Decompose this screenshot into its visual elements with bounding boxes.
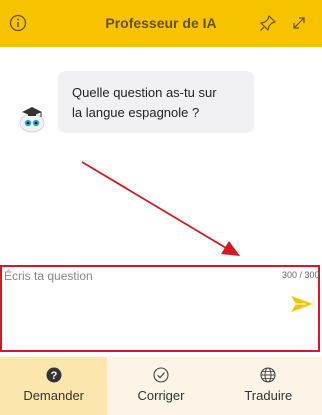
tab-corriger[interactable]: Corriger <box>107 357 215 415</box>
bot-message-line-2: la langue espagnole ? <box>72 105 200 120</box>
tab-label: Demander <box>23 388 85 403</box>
character-counter: 300 / 300 <box>282 270 320 280</box>
question-input[interactable] <box>4 269 274 329</box>
expand-icon[interactable] <box>289 13 309 33</box>
tab-label: Traduire <box>244 388 293 403</box>
svg-text:?: ? <box>50 370 57 382</box>
tab-traduire[interactable]: Traduire <box>214 357 322 415</box>
tab-demander[interactable]: ? Demander <box>0 357 108 415</box>
graduate-bot-avatar <box>17 103 47 133</box>
tab-label: Corriger <box>137 388 185 403</box>
check-circle-icon <box>153 367 169 383</box>
bottom-tab-bar: ? Demander Corriger Traduire <box>0 357 322 415</box>
bot-message-bubble: Quelle question as-tu sur la langue espa… <box>58 71 254 133</box>
header-bar: Professeur de IA <box>0 0 322 47</box>
question-input-box: 300 / 300 <box>0 265 320 352</box>
chat-area: Quelle question as-tu sur la langue espa… <box>0 47 322 265</box>
bot-message-line-1: Quelle question as-tu sur <box>72 85 217 100</box>
pin-icon[interactable] <box>259 14 277 32</box>
question-circle-icon: ? <box>46 367 62 383</box>
send-icon[interactable] <box>289 293 315 315</box>
globe-icon <box>260 367 276 383</box>
